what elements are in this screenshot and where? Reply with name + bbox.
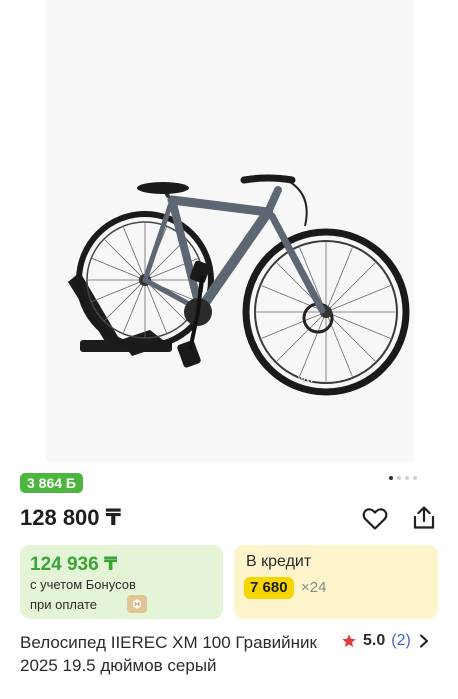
credit-card[interactable]: В кредит 7 680 ×24 (234, 545, 438, 619)
handlebar (240, 174, 296, 184)
bonus-badge: 3 864 Б (20, 473, 83, 493)
gallery-dot-4[interactable] (413, 476, 417, 480)
bonus-price: 124 936 ₸ (30, 554, 118, 575)
svg-text:WW: WW (298, 375, 314, 384)
product-price: 128 800 ₸ (20, 505, 121, 530)
heart-icon (362, 508, 388, 530)
gallery-dot-2[interactable] (397, 476, 401, 480)
credit-title: В кредит (246, 553, 312, 570)
bonus-payment-note: при оплате (30, 597, 97, 612)
rating-value: 5.0 (363, 632, 386, 649)
rating-link[interactable]: 5.0 (2) (341, 632, 429, 650)
star-icon (342, 634, 356, 647)
product-title: Велосипед IIEREC XM 100 Гравийник 2025 1… (20, 633, 317, 675)
payment-card-icon (127, 595, 147, 613)
share-button[interactable] (408, 502, 440, 534)
product-image[interactable]: WW (0, 0, 458, 462)
credit-monthly-amount: 7 680 (244, 577, 294, 599)
gallery-pagination[interactable] (389, 476, 417, 480)
credit-months: ×24 (301, 579, 327, 596)
bicycle-illustration: WW (68, 174, 410, 396)
front-wheel (242, 228, 410, 396)
saddle (137, 182, 189, 194)
bonus-price-card[interactable]: 124 936 ₸ с учетом Бонусов при оплате (20, 545, 223, 619)
favorite-button[interactable] (359, 503, 391, 535)
chevron-right-icon (419, 634, 428, 648)
share-icon (413, 506, 435, 529)
gallery-dot-3[interactable] (405, 476, 409, 480)
bonus-price-note: с учетом Бонусов (30, 577, 136, 592)
gallery-dot-1[interactable] (389, 476, 393, 480)
rating-count[interactable]: (2) (391, 632, 411, 650)
